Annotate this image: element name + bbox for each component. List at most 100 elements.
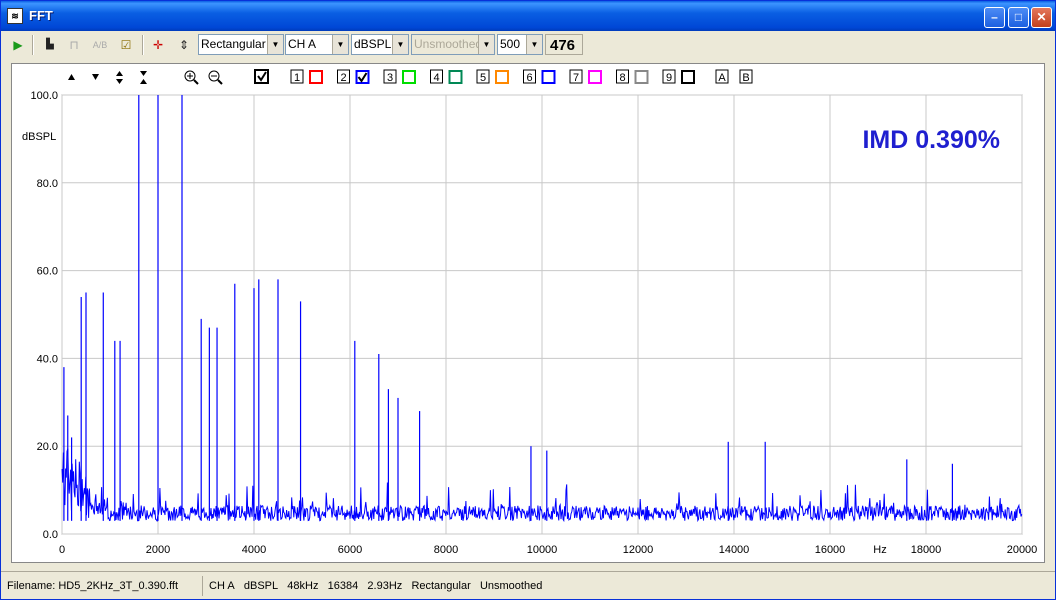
title-bar[interactable]: ≋ FFT – □ ✕ [1,1,1055,31]
spectrum-bars-icon[interactable]: ▙ [40,35,60,55]
status-channel: CH A [209,580,235,592]
channel-color-box[interactable] [402,70,416,84]
average-counter: 476 [545,34,583,55]
chart-grid [61,94,1023,535]
select-all-checkbox[interactable] [254,69,269,84]
fft-spectrum-chart[interactable]: 1 2 3 4 5 6 7 8 9 A B 0.0 20.0 40.0 60.0 80.0 100.0 0 20… [12,64,1044,562]
marker-label: A [718,72,726,84]
channel-color-box[interactable] [681,70,695,84]
checklist-icon[interactable]: ☑ [116,35,136,55]
scroll-up-icon[interactable] [68,74,75,80]
x-tick-label: 10000 [527,544,558,556]
channel-9-toggle[interactable]: 9 [662,69,695,84]
fft-app-icon[interactable]: ≋ [7,8,23,24]
x-tick-label: 20000 [1007,544,1038,556]
channel-color-box[interactable] [634,70,649,84]
status-smoothing: Unsmoothed [479,580,543,592]
status-details: CH A dBSPL 48kHz 16384 2.93Hz Rectangula… [205,576,1051,596]
zoom-in-icon[interactable] [184,70,199,85]
marker-label: B [742,72,749,84]
spectrum-peaks [63,95,954,521]
x-tick-label: 12000 [623,544,654,556]
compress-scale-icon[interactable] [140,71,147,84]
channel-number-label: 9 [666,72,672,84]
chevron-down-icon[interactable]: ▼ [526,35,542,54]
channel-color-box[interactable] [448,70,463,84]
channel-select[interactable]: CH A ▼ [285,34,349,55]
minimize-icon[interactable]: – [984,7,1005,28]
channel-number-label: 4 [433,72,439,84]
averages-value: 500 [500,37,521,51]
ab-compare-icon[interactable]: A/B [90,35,110,55]
channel-8-toggle[interactable]: 8 [616,69,649,84]
fft-window: ≋ FFT – □ ✕ ▶ ▙ ⊓ A/B ☑ ✛ ⇕ Rectangular … [0,0,1056,600]
y-tick-label: 0.0 [43,529,58,541]
channel-number-label: 1 [294,72,300,84]
channel-6-toggle[interactable]: 6 [523,69,556,84]
imd-annotation: IMD 0.390% [862,126,1000,154]
y-tick-label: 20.0 [37,441,58,453]
y-axis-ticks: 0.0 20.0 40.0 60.0 80.0 100.0 [30,90,58,541]
zoom-out-icon[interactable] [208,70,223,85]
status-window: Rectangular [411,580,471,592]
channel-3-toggle[interactable]: 3 [383,69,416,84]
channel-5-toggle[interactable]: 5 [476,69,509,84]
units-select[interactable]: dBSPL ▼ [351,34,409,55]
channel-1-toggle[interactable]: 1 [290,69,323,84]
window-function-select[interactable]: Rectangular ▼ [198,34,284,55]
channel-4-toggle[interactable]: 4 [430,69,463,84]
smoothing-select[interactable]: Unsmoothed ▼ [411,34,495,55]
x-axis-ticks: 0 2000 4000 6000 8000 10000 12000 14000 16000 180… [59,544,1037,556]
x-tick-label: 0 [59,544,65,556]
status-resolution: 2.93Hz [367,580,403,592]
main-toolbar: ▶ ▙ ⊓ A/B ☑ ✛ ⇕ Rectangular ▼ CH A ▼ dBS… [4,32,1052,58]
y-tick-label: 80.0 [37,178,58,190]
x-tick-label: 6000 [338,544,362,556]
expand-scale-icon[interactable] [116,71,123,84]
channel-7-toggle[interactable]: 7 [569,69,602,84]
plot-toolbar: 1 2 3 4 5 6 7 8 9 A B [68,69,753,85]
channel-color-box[interactable] [588,70,602,84]
units-value: dBSPL [354,37,392,51]
y-tick-label: 60.0 [37,266,58,278]
chevron-down-icon[interactable]: ▼ [392,35,408,54]
chevron-down-icon[interactable]: ▼ [478,35,494,54]
channel-2-toggle[interactable]: 2 [337,69,370,84]
x-tick-label: 14000 [719,544,750,556]
marker-B-button[interactable]: B [739,69,753,84]
y-tick-label: 40.0 [37,353,58,365]
marker-A-button[interactable]: A [715,69,729,84]
x-tick-label: 18000 [911,544,942,556]
scroll-down-icon[interactable] [92,74,99,80]
plot-panel: 1 2 3 4 5 6 7 8 9 A B 0.0 20.0 40.0 60.0 80.0 100.0 0 20… [11,63,1045,563]
averages-select[interactable]: 500 ▼ [497,34,543,55]
x-tick-label: 2000 [146,544,170,556]
toolbar-separator [142,35,144,55]
x-axis-label: Hz [873,544,886,556]
chevron-down-icon[interactable]: ▼ [267,35,283,54]
close-icon[interactable]: ✕ [1031,7,1052,28]
channel-color-box[interactable] [541,70,556,84]
autoscale-icon[interactable]: ⇕ [174,35,194,55]
y-tick-label: 100.0 [30,90,58,102]
channel-color-box[interactable] [309,70,323,84]
status-sample-rate: 48kHz [287,580,319,592]
channel-number-label: 5 [480,72,486,84]
maximize-icon[interactable]: □ [1008,7,1029,28]
channel-color-box[interactable] [495,70,509,84]
channel-number-label: 8 [619,72,625,84]
x-tick-label: 16000 [815,544,846,556]
x-tick-label: 8000 [434,544,458,556]
channel-number-label: 7 [573,72,579,84]
status-filename: Filename: HD5_2KHz_3T_0.390.fft [3,576,203,596]
status-fft-size: 16384 [327,580,359,592]
peak-hold-icon[interactable]: ⊓ [64,35,84,55]
channel-number-label: 3 [387,72,393,84]
window-function-value: Rectangular [201,37,266,51]
chevron-down-icon[interactable]: ▼ [332,35,348,54]
smoothing-value: Unsmoothed [414,37,483,51]
status-bar: Filename: HD5_2KHz_3T_0.390.fft CH A dBS… [1,571,1055,599]
window-title: FFT [29,8,53,23]
play-icon[interactable]: ▶ [8,35,28,55]
cursor-crosshair-icon[interactable]: ✛ [148,35,168,55]
